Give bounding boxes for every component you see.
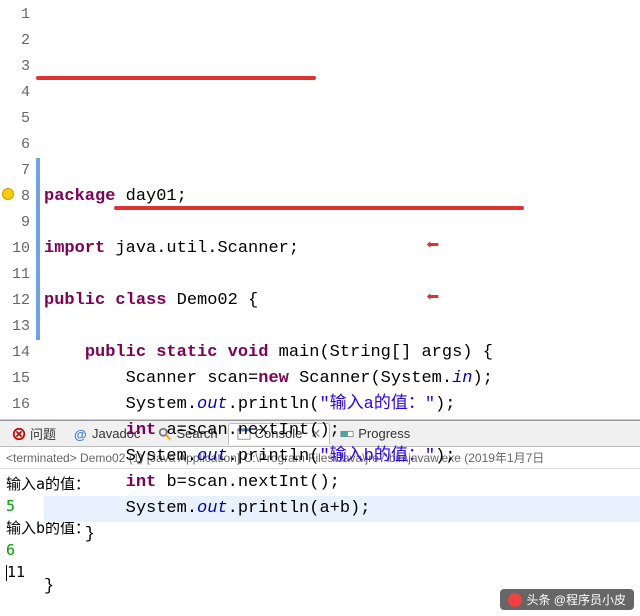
code-line[interactable]: System.out.println(a+b); xyxy=(44,496,640,522)
code-line[interactable]: public class Demo02 { xyxy=(44,288,640,314)
code-line[interactable]: int b=scan.nextInt(); xyxy=(44,470,640,496)
line-number: 7 xyxy=(0,158,30,184)
watermark-logo-icon xyxy=(508,593,522,607)
code-line[interactable] xyxy=(44,210,640,236)
code-line[interactable]: Scanner scan=new Scanner(System.in); xyxy=(44,366,640,392)
code-line[interactable] xyxy=(44,548,640,574)
line-number: 12 xyxy=(0,288,30,314)
code-line[interactable]: int a=scan.nextInt(); xyxy=(44,418,640,444)
annotation-underline-import xyxy=(36,76,316,80)
code-line[interactable]: public static void main(String[] args) { xyxy=(44,340,640,366)
code-line[interactable] xyxy=(44,262,640,288)
line-number: 16 xyxy=(0,392,30,418)
line-number: 15 xyxy=(0,366,30,392)
line-number: 9 xyxy=(0,210,30,236)
code-line[interactable] xyxy=(44,314,640,340)
line-number: 3 xyxy=(0,54,30,80)
code-line[interactable]: } xyxy=(44,522,640,548)
line-number: 1 xyxy=(0,2,30,28)
line-number: 4 xyxy=(0,80,30,106)
problems-icon xyxy=(12,427,26,441)
code-line[interactable]: import java.util.Scanner; xyxy=(44,236,640,262)
line-number-gutter: 12345678910111213141516 xyxy=(0,0,36,419)
line-number: 6 xyxy=(0,132,30,158)
code-line[interactable]: System.out.println("输入a的值："); xyxy=(44,392,640,418)
code-area[interactable]: ⬅ ⬅ package day01; import java.util.Scan… xyxy=(36,0,640,419)
watermark-text: 头条 @程序员小皮 xyxy=(526,591,626,608)
line-number: 5 xyxy=(0,106,30,132)
warning-icon xyxy=(2,188,14,200)
line-number: 11 xyxy=(0,262,30,288)
line-number: 13 xyxy=(0,314,30,340)
code-line[interactable]: System.out.println("输入b的值："); xyxy=(44,444,640,470)
code-editor[interactable]: 12345678910111213141516 ⬅ ⬅ package day0… xyxy=(0,0,640,420)
line-number: 2 xyxy=(0,28,30,54)
watermark: 头条 @程序员小皮 xyxy=(500,589,634,610)
line-number: 14 xyxy=(0,340,30,366)
code-line[interactable]: package day01; xyxy=(44,184,640,210)
line-number: 10 xyxy=(0,236,30,262)
